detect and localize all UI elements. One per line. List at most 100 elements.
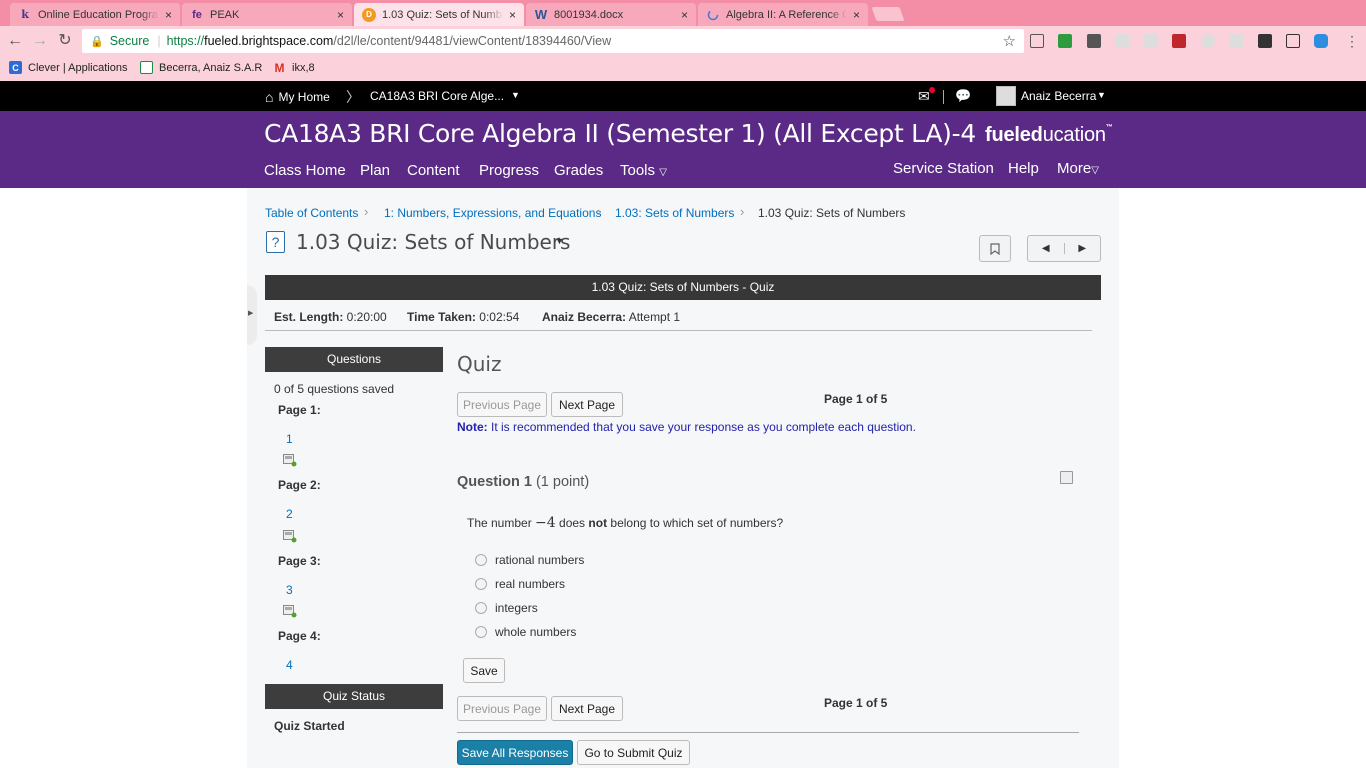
reload-icon[interactable]: ↻ <box>56 32 74 50</box>
page-label: Page 2: <box>278 478 321 492</box>
nav-tools[interactable]: Tools ▽ <box>620 162 667 179</box>
close-icon[interactable]: × <box>681 8 688 22</box>
close-icon[interactable]: × <box>853 8 860 22</box>
browser-tab-active[interactable]: D 1.03 Quiz: Sets of Numbe × <box>354 3 524 26</box>
radio-button[interactable] <box>475 578 487 590</box>
bookmark-sheet[interactable]: Becerra, Anaiz S.A.R <box>140 61 262 74</box>
address-bar[interactable]: 🔒 Secure | https:// fueled.brightspace.c… <box>82 29 1024 53</box>
lock-icon: 🔒 <box>90 35 104 48</box>
est-length-value: 0:20:00 <box>346 310 387 324</box>
answer-choice[interactable]: integers <box>474 601 538 615</box>
next-page-button[interactable]: Next Page <box>551 392 623 417</box>
new-tab-button[interactable] <box>871 7 905 21</box>
omnibox-divider: | <box>157 34 161 48</box>
previous-page-button[interactable]: Previous Page <box>457 696 547 721</box>
questions-panel-header: Questions <box>265 347 443 372</box>
nav-plan[interactable]: Plan <box>360 162 390 179</box>
nav-content[interactable]: Content <box>407 162 460 179</box>
choice-label: integers <box>495 601 538 615</box>
page-indicator: Page 1 of 5 <box>824 392 888 406</box>
close-icon[interactable]: × <box>337 8 344 22</box>
caret-down-icon[interactable]: ▼ <box>511 90 520 100</box>
nav-more[interactable]: More▽ <box>1057 160 1099 177</box>
radio-button[interactable] <box>475 602 487 614</box>
radio-button[interactable] <box>475 554 487 566</box>
clever-extension-icon[interactable] <box>1087 34 1101 48</box>
caret-down-icon[interactable]: ▼ <box>1097 90 1106 100</box>
browser-tab[interactable]: W 8001934.docx × <box>526 3 696 26</box>
save-all-responses-button[interactable]: Save All Responses <box>457 740 573 765</box>
previous-page-button[interactable]: Previous Page <box>457 392 547 417</box>
back-arrow-icon[interactable]: ← <box>6 32 24 50</box>
nav-service-station[interactable]: Service Station <box>893 160 994 177</box>
next-page-button[interactable]: Next Page <box>551 696 623 721</box>
question-link[interactable]: 3 <box>286 583 293 597</box>
close-icon[interactable]: × <box>509 8 516 22</box>
secure-label: Secure <box>109 34 150 48</box>
chat-bubble-icon[interactable]: 💬 <box>955 88 971 104</box>
c-extension-icon[interactable] <box>1144 34 1158 48</box>
close-icon[interactable]: × <box>165 8 172 22</box>
chevron-right-icon: › <box>597 204 602 219</box>
caret-down-icon: ▽ <box>1091 165 1099 176</box>
updates-alert-icon[interactable]: ✉ <box>918 88 930 105</box>
bookmark-gmail[interactable]: M ikx,8 <box>273 61 315 75</box>
google-extension-icon[interactable] <box>1115 34 1129 48</box>
cloud-extension-icon[interactable] <box>1314 34 1328 48</box>
answer-choice[interactable]: real numbers <box>474 577 565 591</box>
breadcrumb-link[interactable]: 1.03: Sets of Numbers <box>615 206 734 220</box>
page-label: Page 1: <box>278 403 321 417</box>
avatar[interactable] <box>996 86 1016 106</box>
next-topic-icon[interactable]: ▶ <box>1065 243 1101 254</box>
course-selector[interactable]: CA18A3 BRI Core Alge... <box>370 89 504 103</box>
choice-label: rational numbers <box>495 553 585 567</box>
quiz-heading: Quiz <box>457 352 502 376</box>
home-icon: ⌂ <box>265 89 274 105</box>
go-to-submit-quiz-button[interactable]: Go to Submit Quiz <box>577 740 690 765</box>
question-link[interactable]: 1 <box>286 432 293 446</box>
browser-tab[interactable]: Algebra II: A Reference Gu × <box>698 3 868 26</box>
save-question-icon[interactable] <box>1060 471 1073 484</box>
browser-tab[interactable]: fe PEAK × <box>182 3 352 26</box>
nav-grades[interactable]: Grades <box>554 162 603 179</box>
extension-icon[interactable] <box>1229 34 1243 48</box>
nav-progress[interactable]: Progress <box>479 162 539 179</box>
side-collapse-handle[interactable]: ▶ <box>247 285 257 345</box>
divider <box>943 90 944 104</box>
breadcrumb-link[interactable]: Table of Contents <box>265 206 358 220</box>
my-home-link[interactable]: ⌂ My Home <box>265 89 330 105</box>
radio-button[interactable] <box>475 626 487 638</box>
cast-icon[interactable] <box>1030 34 1044 48</box>
course-header: CA18A3 BRI Core Algebra II (Semester 1) … <box>0 111 1366 188</box>
question-link[interactable]: 4 <box>286 658 293 672</box>
menu-kebab-icon[interactable]: ⋮ <box>1343 32 1361 50</box>
question-link[interactable]: 2 <box>286 507 293 521</box>
classroom-extension-icon[interactable] <box>1058 34 1072 48</box>
bookmark-star-icon[interactable]: ☆ <box>1003 32 1016 50</box>
quiz-status-header: Quiz Status <box>265 684 443 709</box>
screenshot-extension-icon[interactable] <box>1286 34 1300 48</box>
video-extension-icon[interactable] <box>1172 34 1186 48</box>
nav-help[interactable]: Help <box>1008 160 1039 177</box>
caret-down-icon[interactable]: ▼ <box>555 236 564 246</box>
unsaved-question-icon <box>283 605 297 618</box>
extension-icon[interactable] <box>1201 34 1215 48</box>
breadcrumb-link[interactable]: 1: Numbers, Expressions, and Equations <box>384 206 601 220</box>
page-indicator: Page 1 of 5 <box>824 696 888 710</box>
previous-topic-icon[interactable]: ◀ <box>1028 243 1065 254</box>
unsaved-question-icon <box>283 454 297 467</box>
nav-class-home[interactable]: Class Home <box>264 162 346 179</box>
browser-tab[interactable]: k Online Education Progra × <box>10 3 180 26</box>
answer-choice[interactable]: whole numbers <box>474 625 576 639</box>
fe-favicon-icon: fe <box>192 8 202 21</box>
extension-icon[interactable] <box>1258 34 1272 48</box>
bookmark-button[interactable] <box>979 235 1011 262</box>
forward-arrow-icon[interactable]: → <box>31 32 49 50</box>
bookmark-clever[interactable]: C Clever | Applications <box>9 61 127 74</box>
user-name[interactable]: Anaiz Becerra <box>1021 89 1096 103</box>
chevron-right-icon: › <box>740 204 745 219</box>
breadcrumb-current: 1.03 Quiz: Sets of Numbers <box>758 206 906 220</box>
save-button[interactable]: Save <box>463 658 505 683</box>
divider <box>457 732 1079 733</box>
answer-choice[interactable]: rational numbers <box>474 553 584 567</box>
